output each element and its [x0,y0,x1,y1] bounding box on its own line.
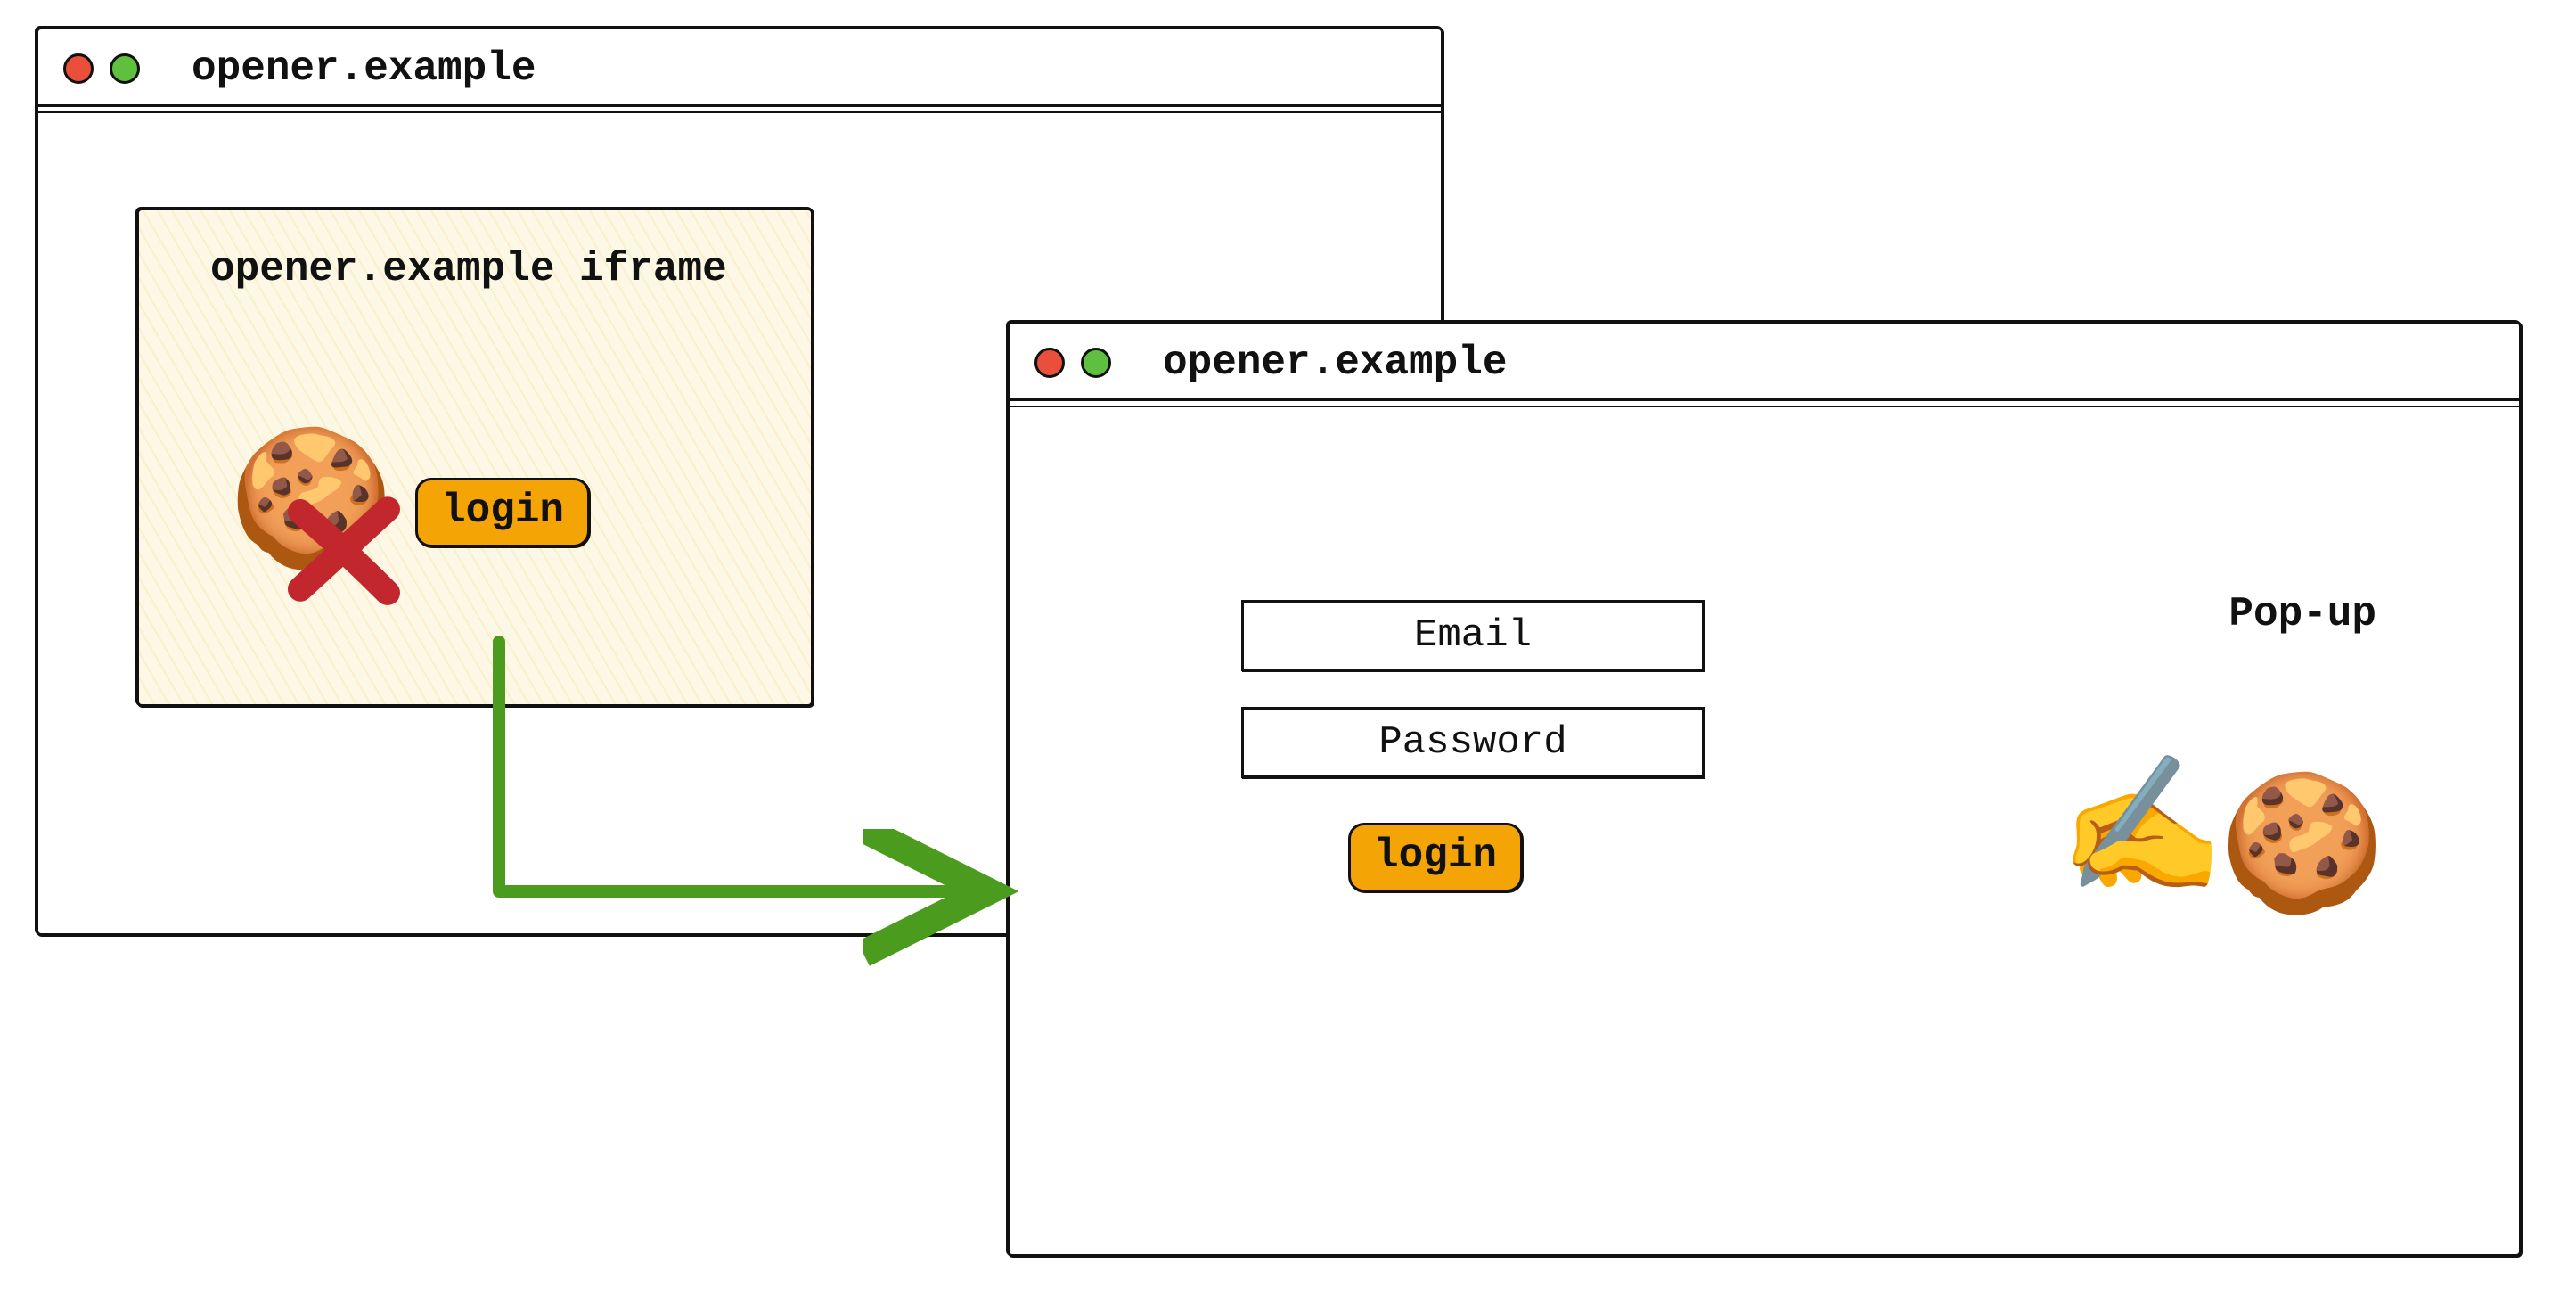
diagram-stage: opener.example opener.example iframe 🍪 l… [0,0,2576,1313]
flow-arrow [0,0,2576,1313]
